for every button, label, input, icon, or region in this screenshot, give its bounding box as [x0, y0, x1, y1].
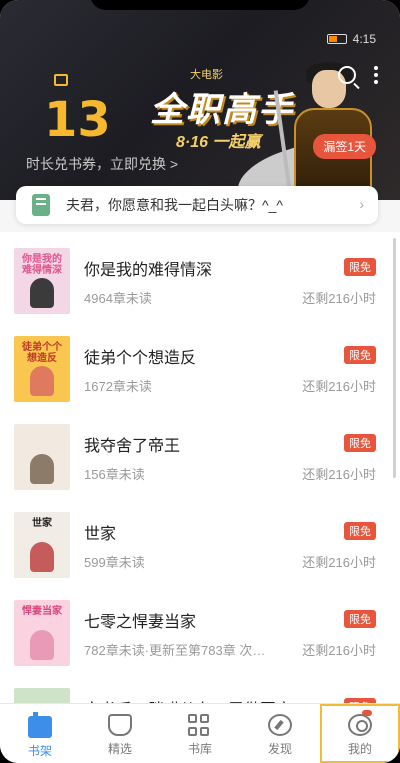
- book-cover-art: [30, 454, 54, 484]
- promo-date: 8·16 一起赢: [176, 134, 261, 151]
- bookshelf-icon: [28, 712, 52, 738]
- user-icon: [348, 714, 372, 736]
- free-tag: 限免: [344, 346, 376, 364]
- book-row[interactable]: 你是我的难得情深 你是我的难得情深 4964章未读 限免 还剩216小时: [0, 232, 400, 320]
- tab-label: 书架: [27, 744, 52, 758]
- book-cover-title: 世家: [32, 518, 52, 529]
- book-cover-title: 悍妻当家: [22, 606, 62, 617]
- book-cover[interactable]: 世家: [14, 512, 70, 578]
- promo-small-text: 大电影: [190, 69, 223, 81]
- book-cover[interactable]: 你是我的难得情深: [14, 248, 70, 314]
- grid-icon: [188, 714, 212, 736]
- compass-icon: [268, 714, 292, 736]
- time-remaining: 还剩216小时: [302, 643, 376, 658]
- book-cover-art: [30, 278, 54, 308]
- time-remaining: 还剩216小时: [302, 379, 376, 394]
- book-cover[interactable]: 悍妻当家: [14, 600, 70, 666]
- book-progress: 4964章未读: [84, 291, 152, 306]
- free-tag: 限免: [344, 258, 376, 276]
- time-remaining: 还剩216小时: [302, 555, 376, 570]
- book-progress: 156章未读: [84, 467, 145, 482]
- sign-in-badge[interactable]: 漏签1天: [313, 134, 376, 159]
- book-progress: 782章未读·更新至第783章 次…: [84, 643, 266, 658]
- book-cover-title: 你是我的难得情深: [22, 254, 62, 276]
- promo-title: 全职高手: [150, 91, 294, 129]
- status-right: 4:15: [326, 32, 376, 46]
- more-icon[interactable]: [374, 66, 378, 84]
- book-cover[interactable]: [14, 688, 70, 703]
- notice-bar[interactable]: 夫君，你愿意和我一起白头嘛？^_^ ›: [16, 186, 378, 224]
- tab-label: 我的: [347, 742, 372, 756]
- book-cover[interactable]: 徒弟个个想造反: [14, 336, 70, 402]
- status-time: 4:15: [352, 32, 376, 46]
- book-title: 徒弟个个想造反: [84, 350, 197, 367]
- book-progress: 1672章未读: [84, 379, 152, 394]
- book-cover-art: [30, 542, 54, 572]
- tab-bookshelf[interactable]: 书架: [0, 704, 80, 763]
- book-row[interactable]: 穿书后，胖喵儿在八零做团宠 限免: [0, 672, 400, 703]
- book-cover-art: [30, 630, 54, 660]
- free-tag: 限免: [344, 434, 376, 452]
- top-actions: [338, 66, 378, 84]
- tab-mine[interactable]: 我的: [320, 704, 400, 763]
- free-tag: 限免: [344, 610, 376, 628]
- time-remaining: 还剩216小时: [302, 467, 376, 482]
- notch: [90, 0, 310, 10]
- book-title: 我夺舍了帝王: [84, 438, 181, 455]
- redeem-link[interactable]: 时长兑书券，立即兑换 >: [26, 154, 178, 174]
- diamond-icon: [108, 714, 132, 736]
- promo-banner[interactable]: 4:15 13 大电影 全职高手 8·16 一起赢 时长兑书券，立即兑换 > 漏…: [0, 0, 400, 200]
- tab-label: 书库: [187, 742, 212, 756]
- book-cover-title: 徒弟个个想造反: [22, 342, 62, 364]
- book-row[interactable]: 徒弟个个想造反 徒弟个个想造反 1672章未读 限免 还剩216小时: [0, 320, 400, 408]
- book-row[interactable]: 我夺舍了帝王 156章未读 限免 还剩216小时: [0, 408, 400, 496]
- book-title: 你是我的难得情深: [84, 262, 213, 279]
- tab-label: 精选: [107, 742, 132, 756]
- gift-icon: [54, 74, 68, 86]
- search-icon[interactable]: [338, 66, 356, 84]
- notice-text: 夫君，你愿意和我一起白头嘛？^_^: [66, 197, 283, 213]
- tab-library[interactable]: 书库: [160, 704, 240, 763]
- battery-icon: [326, 34, 347, 44]
- time-remaining: 还剩216小时: [302, 291, 376, 306]
- book-progress: 599章未读: [84, 555, 145, 570]
- tab-discover[interactable]: 发现: [240, 704, 320, 763]
- book-icon: [32, 194, 50, 216]
- free-tag: 限免: [344, 522, 376, 540]
- tab-featured[interactable]: 精选: [80, 704, 160, 763]
- book-row[interactable]: 世家 世家 599章未读 限免 还剩216小时: [0, 496, 400, 584]
- book-cover-art: [30, 366, 54, 396]
- book-title: 穿书后，胖喵儿在八零做团宠: [84, 696, 292, 703]
- tab-label: 发现: [267, 742, 292, 756]
- bottom-tab-bar: 书架 精选 书库 发现 我的: [0, 703, 400, 763]
- promo-number: 13: [44, 92, 111, 148]
- book-row[interactable]: 悍妻当家 七零之悍妻当家 782章未读·更新至第783章 次… 限免 还剩216…: [0, 584, 400, 672]
- book-title: 七零之悍妻当家: [84, 614, 197, 631]
- book-title: 世家: [84, 526, 117, 543]
- bookshelf-list: 你是我的难得情深 你是我的难得情深 4964章未读 限免 还剩216小时 徒弟个…: [0, 232, 400, 703]
- status-bar: 4:15: [0, 30, 400, 50]
- book-cover[interactable]: [14, 424, 70, 490]
- app-screen: 4:15 13 大电影 全职高手 8·16 一起赢 时长兑书券，立即兑换 > 漏…: [0, 0, 400, 763]
- chevron-right-icon: ›: [359, 196, 364, 212]
